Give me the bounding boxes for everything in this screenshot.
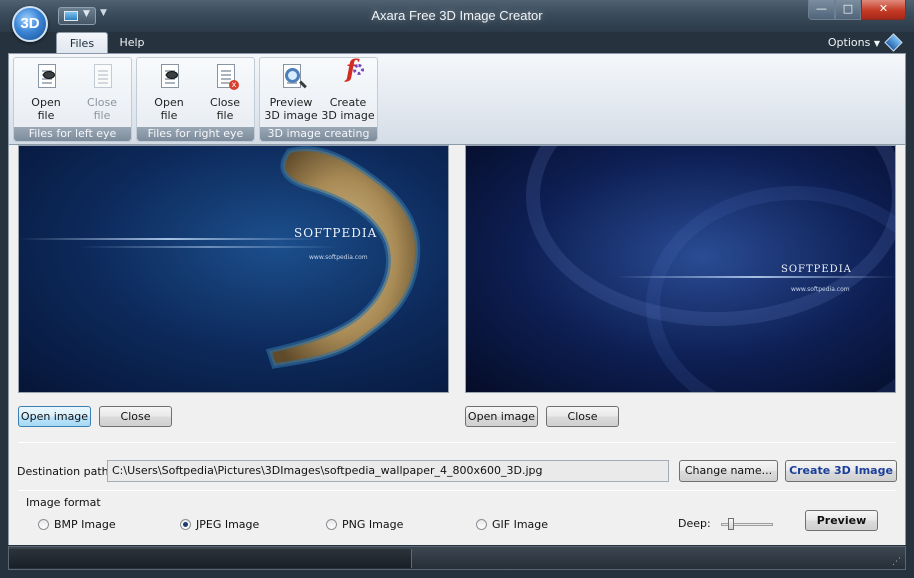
button-label: Close file — [210, 96, 240, 122]
radio-jpeg[interactable]: JPEG Image — [180, 518, 259, 531]
flash-gear-icon: f — [336, 57, 364, 92]
preview-button[interactable]: Preview — [805, 510, 878, 531]
deep-slider[interactable] — [721, 517, 773, 531]
radio-indicator — [326, 519, 337, 530]
left-open-image-button[interactable]: Open image — [18, 406, 91, 427]
button-label: Open file — [154, 96, 184, 122]
right-close-file-button[interactable]: x Close file — [197, 62, 253, 128]
group-left-eye: Open file Close file Files for left eye — [13, 57, 132, 142]
app-orb-button[interactable]: 3D — [12, 6, 48, 42]
resize-grip-icon[interactable]: ⋰ — [892, 557, 902, 567]
right-open-file-button[interactable]: Open file — [141, 62, 197, 128]
close-window-button[interactable]: ✕ — [861, 0, 906, 20]
create-3d-button[interactable]: f Create 3D image — [320, 57, 376, 128]
open-file-icon — [34, 62, 58, 92]
watermark-url: www.softpedia.com — [791, 286, 850, 293]
light-streak — [79, 246, 339, 248]
options-menu[interactable]: Options ▼ — [828, 32, 880, 54]
radio-indicator — [38, 519, 49, 530]
ribbon-panel: Open file Close file Files for left eye Op… — [8, 53, 906, 145]
radio-label: PNG Image — [342, 518, 404, 531]
radio-png[interactable]: PNG Image — [326, 518, 403, 531]
light-streak — [616, 276, 895, 278]
watermark-text: SOFTPEDIA — [294, 226, 378, 240]
radio-indicator — [476, 519, 487, 530]
right-open-image-button[interactable]: Open image — [465, 406, 538, 427]
group-label: 3D image creating — [260, 127, 377, 141]
options-label: Options — [827, 36, 871, 49]
button-label: Close file — [87, 96, 117, 122]
light-streak — [19, 238, 319, 240]
deep-label: Deep: — [678, 517, 711, 530]
left-close-file-button[interactable]: Close file — [74, 62, 130, 128]
change-name-button[interactable]: Change name... — [679, 460, 778, 482]
open-file-icon — [157, 62, 181, 92]
button-label: Open file — [31, 96, 61, 122]
group-label: Files for right eye — [137, 127, 254, 141]
left-open-file-button[interactable]: Open file — [18, 62, 74, 128]
divider — [18, 442, 896, 443]
group-3d-creating: Preview 3D image f Create 3D image 3D imag… — [259, 57, 378, 142]
right-eye-image: SOFTPEDIA www.softpedia.com — [465, 145, 896, 393]
close-file-icon — [90, 62, 114, 92]
status-bar: ⋰ — [8, 546, 906, 570]
radio-label: GIF Image — [492, 518, 549, 531]
radio-gif[interactable]: GIF Image — [476, 518, 548, 531]
button-label: Preview 3D image — [264, 96, 318, 122]
tab-help[interactable]: Help — [112, 32, 152, 54]
image-format-label: Image format — [26, 496, 101, 509]
help-icon[interactable] — [884, 33, 903, 52]
tab-files[interactable]: Files — [56, 32, 108, 54]
title-bar: 3D ▼ ▼ Axara Free 3D Image Creator — □ ✕ — [0, 0, 914, 42]
magnifier-icon — [279, 62, 303, 92]
watermark-url: www.softpedia.com — [309, 254, 368, 261]
radio-label: BMP Image — [54, 518, 116, 531]
chevron-down-icon: ▼ — [873, 39, 880, 48]
status-progress-area — [9, 549, 412, 568]
preview-3d-button[interactable]: Preview 3D image — [262, 62, 320, 128]
ribbon-tab-row: Files Help Options ▼ — [8, 32, 906, 54]
watermark-text: SOFTPEDIA — [781, 264, 852, 275]
maximize-button[interactable]: □ — [835, 0, 861, 20]
left-eye-image: SOFTPEDIA www.softpedia.com — [18, 145, 449, 393]
radio-indicator — [180, 519, 191, 530]
island-shape — [265, 146, 421, 369]
close-file-icon: x — [213, 62, 239, 92]
main-panel: SOFTPEDIA www.softpedia.com SOFTPEDIA ww… — [8, 145, 906, 545]
create-3d-image-button[interactable]: Create 3D Image — [785, 460, 897, 482]
destination-label: Destination path: — [17, 465, 113, 478]
window-controls: — □ ✕ — [808, 0, 906, 20]
group-label: Files for left eye — [14, 127, 131, 141]
window-title: Axara Free 3D Image Creator — [371, 8, 543, 23]
left-close-button[interactable]: Close — [99, 406, 172, 427]
button-label: Create 3D image — [321, 96, 375, 122]
radio-bmp[interactable]: BMP Image — [38, 518, 116, 531]
group-right-eye: Open file x Close file Files for right eye — [136, 57, 255, 142]
radio-label: JPEG Image — [196, 518, 260, 531]
destination-path-field[interactable]: C:\Users\Softpedia\Pictures\3DImages\sof… — [107, 460, 669, 482]
slider-thumb[interactable] — [728, 518, 734, 530]
minimize-button[interactable]: — — [808, 0, 835, 20]
divider — [18, 490, 896, 491]
right-close-button[interactable]: Close — [546, 406, 619, 427]
